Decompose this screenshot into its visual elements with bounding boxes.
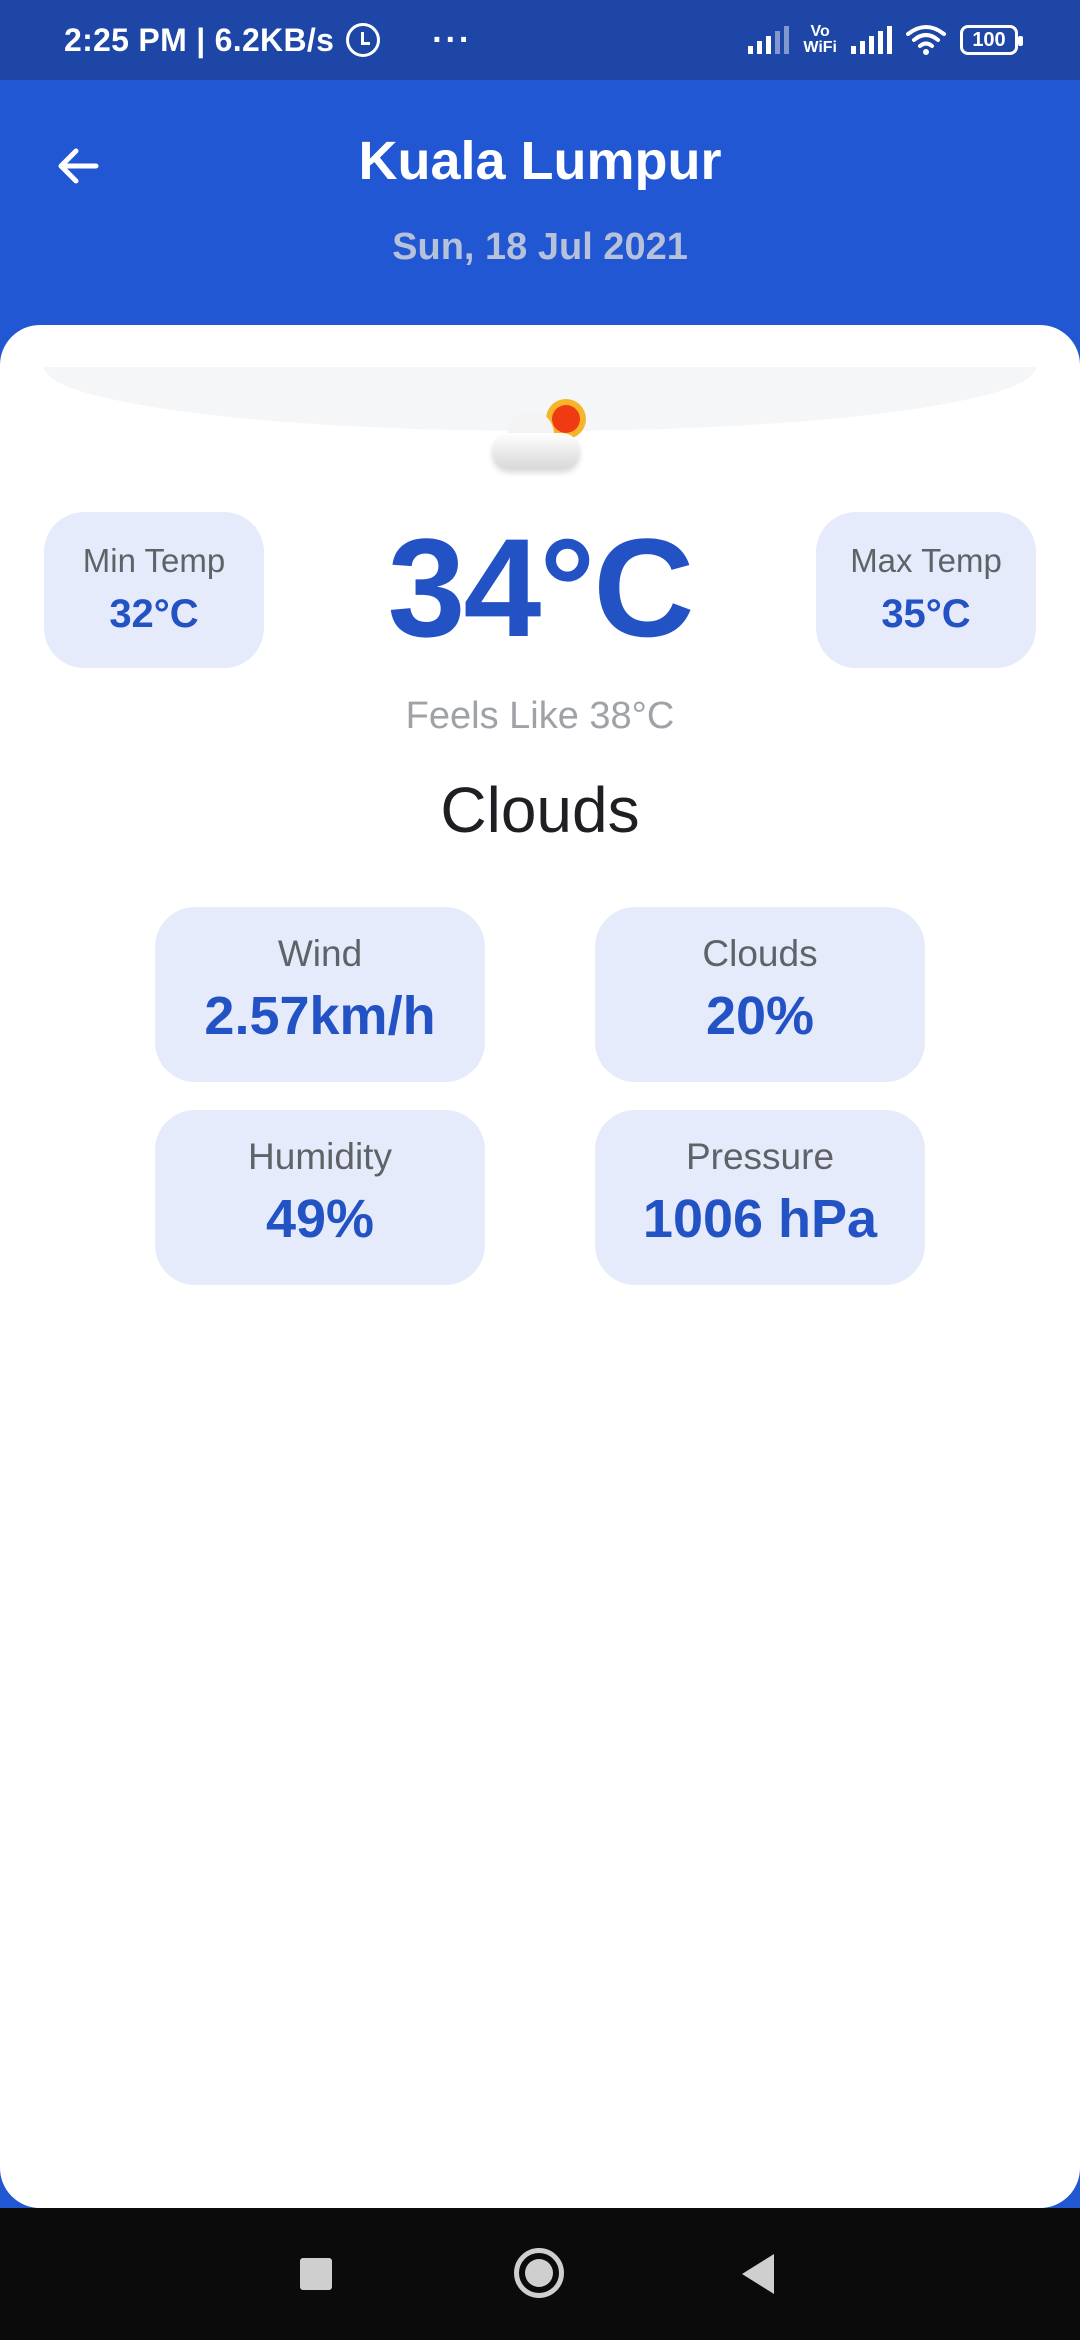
alarm-icon bbox=[346, 23, 381, 57]
wind-value: 2.57km/h bbox=[204, 986, 436, 1046]
system-nav-bar bbox=[0, 2208, 1080, 2340]
weather-condition: Clouds bbox=[440, 774, 640, 846]
wind-label: Wind bbox=[277, 933, 363, 974]
pressure-label: Pressure bbox=[685, 1136, 835, 1177]
max-temp-label: Max Temp bbox=[850, 542, 1002, 579]
pressure-card: Pressure 1006 hPa bbox=[595, 1110, 925, 1285]
home-icon[interactable] bbox=[514, 2248, 564, 2298]
partly-cloudy-icon bbox=[488, 397, 598, 477]
wifi-icon bbox=[906, 25, 946, 55]
signal-strength-icon bbox=[748, 26, 790, 54]
battery-icon: 100 bbox=[960, 25, 1023, 55]
max-temp-box: Max Temp 35°C bbox=[816, 512, 1036, 668]
recent-apps-icon[interactable] bbox=[300, 2258, 332, 2290]
signal-strength-icon-2 bbox=[851, 26, 892, 54]
pressure-value: 1006 hPa bbox=[642, 1189, 878, 1249]
humidity-value: 49% bbox=[265, 1189, 375, 1249]
cloud-icon bbox=[492, 433, 580, 469]
more-notifications-icon: ··· bbox=[432, 20, 473, 59]
status-right: Vo WiFi 100 bbox=[748, 0, 1023, 80]
page-title: Kuala Lumpur bbox=[358, 131, 722, 191]
clouds-card: Clouds 20% bbox=[595, 907, 925, 1082]
back-triangle-icon[interactable] bbox=[742, 2254, 774, 2294]
wind-card: Wind 2.57km/h bbox=[155, 907, 485, 1082]
feels-like: Feels Like 38°C bbox=[405, 695, 675, 737]
status-left: 2:25 PM | 6.2KB/s ··· bbox=[64, 0, 472, 80]
weather-card: Min Temp 32°C 34°C Max Temp 35°C Feels L… bbox=[0, 325, 1080, 2208]
vowifi-icon: Vo WiFi bbox=[803, 24, 837, 56]
vowifi-top: Vo bbox=[810, 23, 830, 40]
max-temp-value: 35°C bbox=[881, 592, 971, 636]
header-date: Sun, 18 Jul 2021 bbox=[392, 226, 688, 268]
vowifi-bottom: WiFi bbox=[803, 39, 837, 56]
clouds-value: 20% bbox=[705, 986, 815, 1046]
humidity-card: Humidity 49% bbox=[155, 1110, 485, 1285]
header: Kuala Lumpur Sun, 18 Jul 2021 bbox=[0, 80, 1080, 325]
clouds-label: Clouds bbox=[702, 933, 818, 974]
status-bar: 2:25 PM | 6.2KB/s ··· Vo WiFi 100 bbox=[0, 0, 1080, 80]
battery-level: 100 bbox=[972, 28, 1006, 51]
humidity-label: Humidity bbox=[248, 1136, 392, 1177]
sun-icon bbox=[552, 405, 580, 433]
status-time: 2:25 PM | 6.2KB/s bbox=[64, 21, 335, 58]
